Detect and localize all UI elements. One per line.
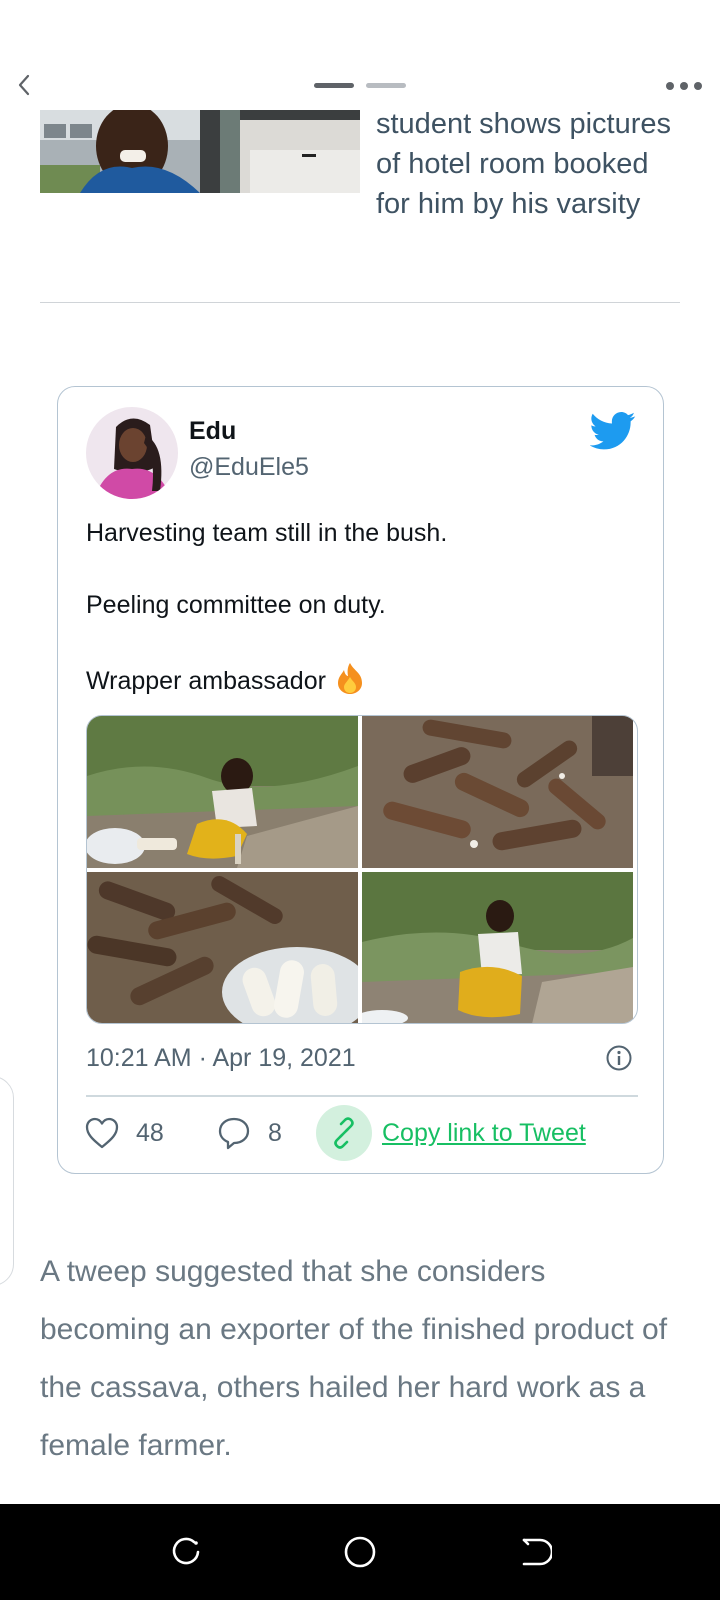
twitter-bird-icon[interactable] xyxy=(589,411,636,451)
home-button[interactable] xyxy=(342,1534,378,1570)
fire-icon xyxy=(334,661,366,695)
like-button[interactable]: 48 xyxy=(84,1105,164,1161)
reply-count: 8 xyxy=(268,1118,282,1147)
tweet-photo[interactable] xyxy=(87,716,358,868)
related-article-image[interactable] xyxy=(40,110,360,193)
back-arrow-icon xyxy=(522,1538,554,1566)
link-icon xyxy=(334,1117,354,1149)
tweet-photo[interactable] xyxy=(87,872,358,1023)
tweet-text-line-content: Wrapper ambassador xyxy=(86,667,326,695)
tweet-divider xyxy=(86,1095,638,1097)
tweet-text-line: Harvesting team still in the bush. xyxy=(86,519,448,547)
tweet-user-name[interactable]: Edu xyxy=(189,417,236,446)
copy-link-icon-wrap xyxy=(316,1105,372,1161)
related-article-title[interactable]: student shows pictures of hotel room boo… xyxy=(376,104,676,224)
article-paragraph: A tweep suggested that she considers bec… xyxy=(40,1255,668,1462)
page-indicator-active xyxy=(314,83,354,88)
system-back-button[interactable] xyxy=(516,1534,554,1570)
chevron-left-icon xyxy=(18,74,30,96)
home-circle-icon xyxy=(344,1536,376,1568)
avatar[interactable] xyxy=(86,407,178,499)
more-options-button[interactable] xyxy=(664,76,704,96)
tweet-user-handle[interactable]: @EduEle5 xyxy=(189,453,309,482)
copy-link-label[interactable]: Copy link to Tweet xyxy=(382,1119,586,1148)
floating-side-tab[interactable] xyxy=(0,1076,14,1286)
like-count: 48 xyxy=(136,1118,164,1147)
tweet-photo[interactable] xyxy=(362,716,633,868)
page-indicator-inactive xyxy=(366,83,406,88)
tweet-timestamp[interactable]: 10:21 AM · Apr 19, 2021 xyxy=(86,1044,356,1073)
top-bar xyxy=(0,0,720,110)
copy-link-button[interactable]: Copy link to Tweet xyxy=(316,1105,586,1161)
back-button[interactable] xyxy=(8,70,38,100)
tweet-text-line: Peeling committee on duty. xyxy=(86,591,386,619)
page-indicator xyxy=(314,83,406,89)
section-divider xyxy=(40,302,680,303)
info-icon[interactable] xyxy=(604,1043,634,1073)
recents-icon xyxy=(172,1537,200,1565)
heart-icon xyxy=(85,1117,119,1149)
tweet-text-line: Wrapper ambassador xyxy=(86,661,646,697)
recents-button[interactable] xyxy=(168,1534,204,1570)
system-navigation-bar xyxy=(0,1504,720,1600)
reply-button[interactable]: 8 xyxy=(216,1105,282,1161)
more-dots-icon xyxy=(666,82,702,90)
tweet-photo[interactable] xyxy=(362,872,633,1023)
reply-bubble-icon xyxy=(218,1117,250,1150)
embedded-tweet[interactable]: Edu @EduEle5 Harvesting team still in th… xyxy=(57,386,664,1174)
tweet-media-grid[interactable] xyxy=(86,715,638,1024)
